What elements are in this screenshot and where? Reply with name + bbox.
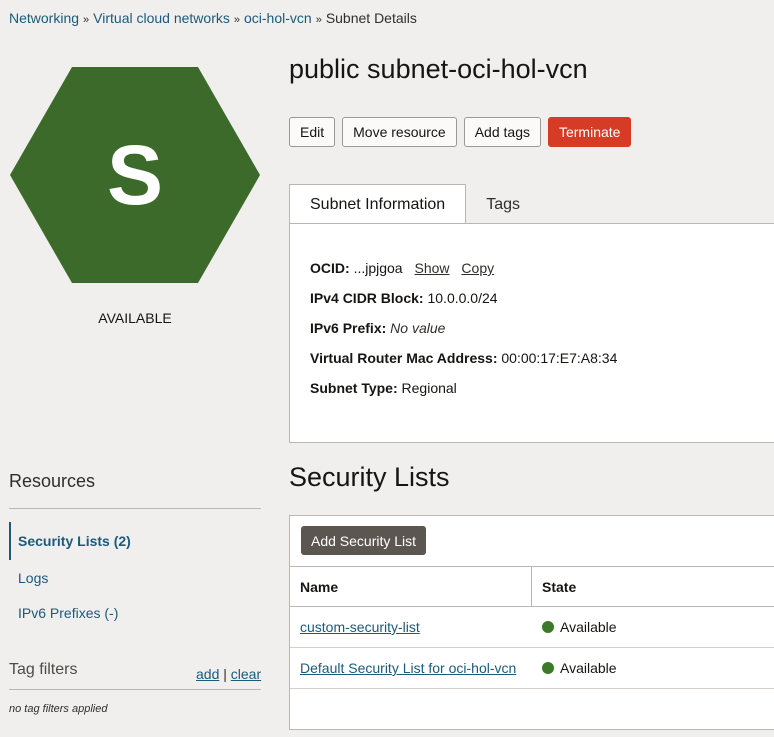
breadcrumb-current: Subnet Details: [325, 10, 417, 26]
mac-value: 00:00:17:E7:A8:34: [501, 350, 618, 366]
resources-nav: Security Lists (2) Logs IPv6 Prefixes (-…: [9, 522, 261, 630]
detail-tabs: Subnet Information Tags: [289, 184, 540, 225]
resources-item-logs[interactable]: Logs: [9, 560, 261, 595]
terminate-button[interactable]: Terminate: [547, 117, 632, 147]
move-resource-button[interactable]: Move resource: [342, 117, 457, 147]
available-status-icon: [542, 662, 554, 674]
subnet-type-row: Subnet Type: Regional: [310, 380, 457, 396]
edit-button[interactable]: Edit: [289, 117, 336, 147]
tag-filter-divider: |: [223, 666, 227, 682]
ipv6-label: IPv6 Prefix:: [310, 320, 387, 336]
breadcrumb-separator: »: [83, 14, 90, 26]
ocid-label: OCID:: [310, 260, 350, 276]
mac-label: Virtual Router Mac Address:: [310, 350, 498, 366]
table-row: Default Security List for oci-hol-vcn Av…: [290, 648, 774, 689]
divider: [9, 508, 261, 509]
action-bar: Edit Move resource Add tags Terminate: [289, 117, 632, 147]
tab-tags[interactable]: Tags: [466, 184, 540, 225]
ipv4-label: IPv4 CIDR Block:: [310, 290, 424, 306]
table-header: Name State: [290, 566, 774, 607]
tab-subnet-information[interactable]: Subnet Information: [289, 184, 467, 225]
divider: [9, 689, 261, 690]
tag-filters-heading: Tag filters: [9, 661, 78, 678]
resources-heading: Resources: [9, 471, 96, 491]
subnet-hexagon-icon: S: [9, 66, 261, 284]
state-text: Available: [560, 619, 617, 635]
ipv4-value: 10.0.0.0/24: [427, 290, 498, 306]
breadcrumb-vcn[interactable]: oci-hol-vcn: [244, 10, 312, 26]
add-security-list-button[interactable]: Add Security List: [301, 526, 427, 555]
security-list-link[interactable]: Default Security List for oci-hol-vcn: [300, 660, 516, 676]
breadcrumb-vcns[interactable]: Virtual cloud networks: [93, 10, 230, 26]
resources-item-ipv6-prefixes[interactable]: IPv6 Prefixes (-): [9, 595, 261, 630]
ocid-row: OCID: ...jpjgoa Show Copy: [310, 260, 494, 276]
ipv6-value: No value: [390, 320, 446, 336]
mac-row: Virtual Router Mac Address: 00:00:17:E7:…: [310, 350, 617, 366]
tag-filter-add-link[interactable]: add: [196, 666, 219, 682]
available-status-icon: [542, 621, 554, 633]
column-header-name[interactable]: Name: [290, 567, 532, 606]
column-header-state[interactable]: State: [532, 567, 774, 606]
ipv4-row: IPv4 CIDR Block: 10.0.0.0/24: [310, 290, 498, 306]
status-label: AVAILABLE: [98, 310, 172, 326]
tag-filters-empty-text: no tag filters applied: [9, 703, 108, 715]
tag-filter-clear-link[interactable]: clear: [231, 666, 261, 682]
hexagon-letter: S: [106, 128, 164, 222]
ocid-copy-link[interactable]: Copy: [461, 260, 494, 276]
security-lists-heading: Security Lists: [289, 462, 450, 492]
add-tags-button[interactable]: Add tags: [463, 117, 541, 147]
subnet-info-panel: OCID: ...jpjgoa Show Copy IPv4 CIDR Bloc…: [289, 223, 774, 443]
breadcrumb-separator: »: [315, 14, 322, 26]
state-text: Available: [560, 660, 617, 676]
name-cell: custom-security-list: [290, 607, 532, 647]
breadcrumb-separator: »: [233, 14, 240, 26]
security-lists-table: Name State custom-security-list Availabl…: [290, 566, 774, 689]
state-cell: Available: [532, 648, 774, 688]
ocid-value: ...jpjgoa: [353, 260, 403, 276]
state-cell: Available: [532, 607, 774, 647]
tag-filter-links: add | clear: [196, 666, 261, 682]
subnet-type-value: Regional: [401, 380, 457, 396]
security-lists-panel: Add Security List Name State custom-secu…: [289, 515, 774, 730]
breadcrumb: Networking» Virtual cloud networks» oci-ho…: [9, 10, 417, 26]
resources-item-security-lists[interactable]: Security Lists (2): [9, 522, 261, 560]
page-title: public subnet-oci-hol-vcn: [289, 54, 588, 84]
ocid-show-link[interactable]: Show: [415, 260, 450, 276]
ipv6-row: IPv6 Prefix: No value: [310, 320, 445, 336]
table-row: custom-security-list Available: [290, 607, 774, 648]
breadcrumb-networking[interactable]: Networking: [9, 10, 79, 26]
name-cell: Default Security List for oci-hol-vcn: [290, 648, 532, 688]
subnet-type-label: Subnet Type:: [310, 380, 398, 396]
security-list-link[interactable]: custom-security-list: [300, 619, 420, 635]
